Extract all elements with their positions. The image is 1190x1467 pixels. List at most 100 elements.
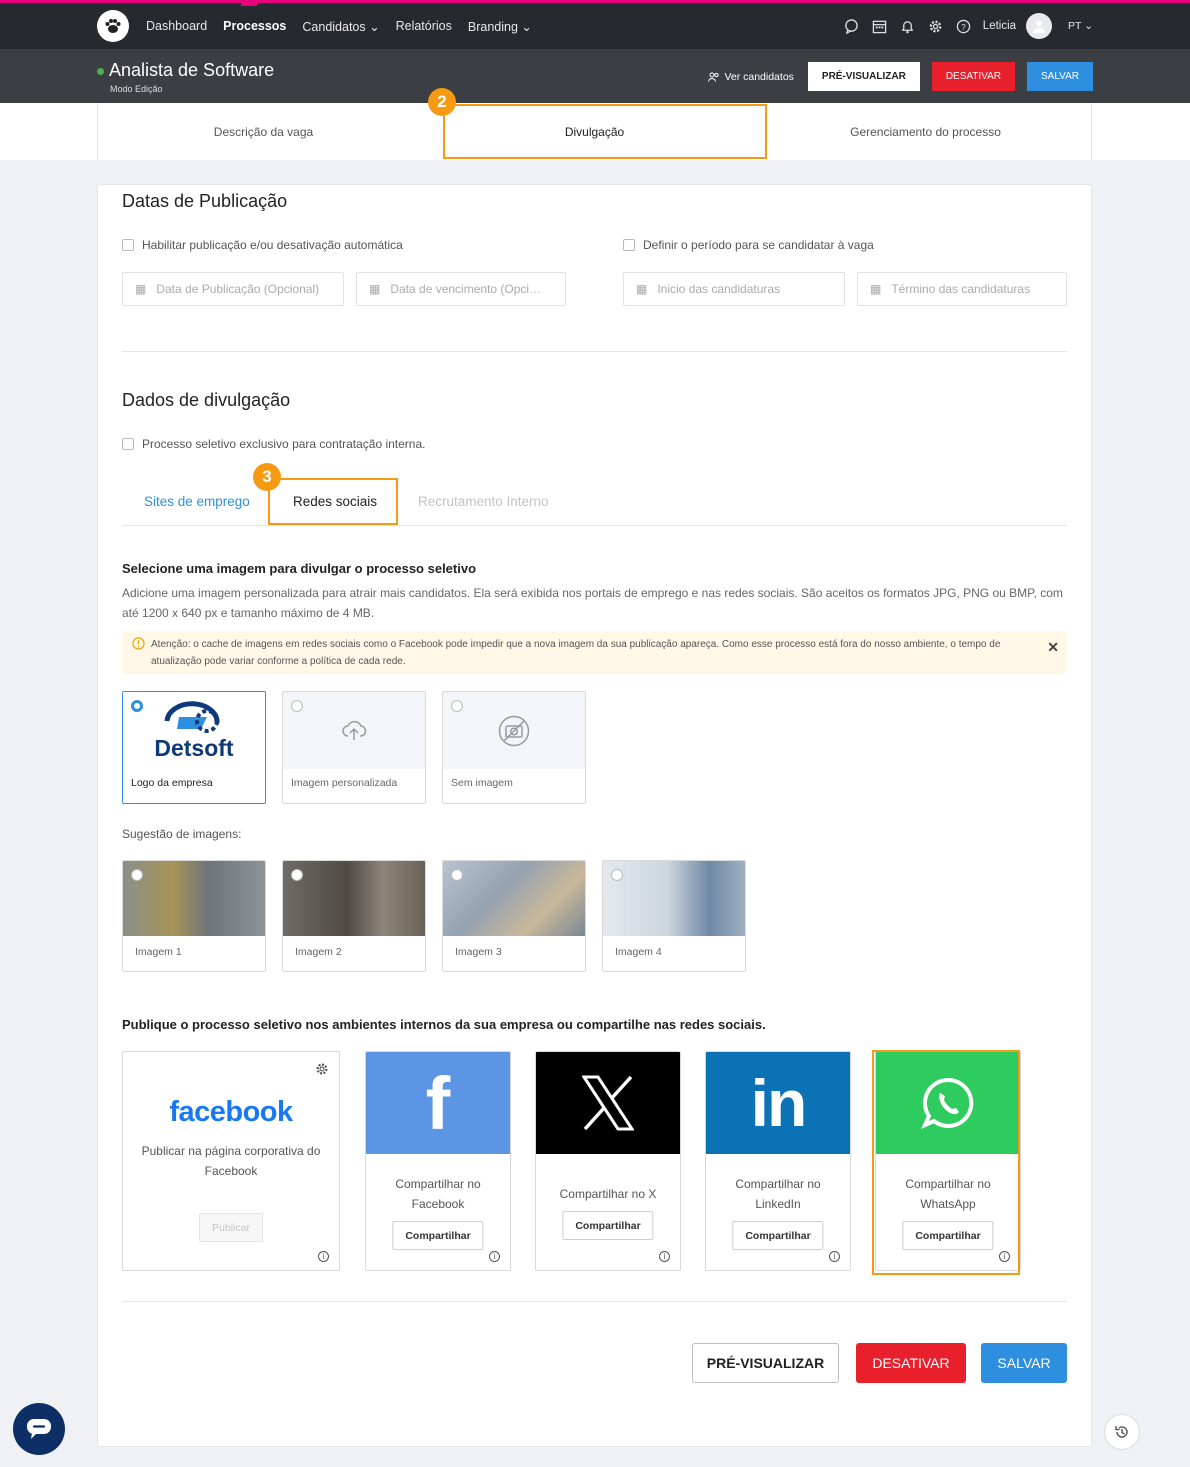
suggestion-image-3[interactable]: Imagem 3 [442, 860, 586, 972]
image-option-custom[interactable]: Imagem personalizada [282, 691, 426, 804]
suggestion-label: Imagem 4 [615, 946, 662, 958]
main-nav: Dashboard Processos Candidatos ⌄ Relatór… [146, 3, 548, 49]
x-tile [536, 1052, 680, 1154]
step-badge-3: 3 [253, 463, 281, 491]
photo-laptop-typing [443, 861, 585, 936]
facebook-page-desc: Publicar na página corporativa do Facebo… [141, 1144, 321, 1178]
language-select[interactable]: PT ⌄ [1068, 20, 1093, 32]
chat-icon[interactable] [843, 17, 861, 35]
auto-publish-checkbox[interactable]: Habilitar publicação e/ou desativação au… [122, 238, 403, 252]
radio-selected [131, 700, 143, 712]
suggestion-label: Imagem 1 [135, 946, 182, 958]
nav-branding[interactable]: Branding ⌄ [468, 19, 532, 34]
section-title-divulgacao: Dados de divulgação [122, 390, 291, 410]
option-label: Sem imagem [451, 777, 513, 789]
no-camera-icon [498, 715, 530, 746]
info-icon[interactable]: i [829, 1251, 840, 1262]
linkedin-share-card: in Compartilhar no LinkedIn Compartilhar… [705, 1051, 851, 1271]
paw-logo-icon[interactable] [97, 10, 129, 42]
photo-developer-monitors [603, 861, 745, 936]
cache-alert: Atenção: o cache de imagens em redes soc… [122, 631, 1067, 674]
auto-publish-label: Habilitar publicação e/ou desativação au… [142, 238, 403, 252]
share-x-button[interactable]: Compartilhar [562, 1211, 654, 1240]
facebook-page-card: facebook Publicar na página corporativa … [122, 1051, 340, 1271]
end-applications-placeholder: Término das candidaturas [891, 282, 1031, 296]
checkbox-box [122, 239, 134, 251]
expiry-date-input[interactable]: ▦ Data de vencimento (Opci… [356, 272, 566, 306]
close-icon[interactable]: ✕ [1047, 639, 1059, 656]
facebook-share-card: f Compartilhar no Facebook Compartilhar … [365, 1051, 511, 1271]
share-linkedin-button[interactable]: Compartilhar [732, 1221, 824, 1250]
internal-only-checkbox[interactable]: Processo seletivo exclusivo para contrat… [122, 437, 425, 451]
language-label: PT [1068, 20, 1082, 32]
nav-relatorios[interactable]: Relatórios [396, 19, 452, 33]
tab-gerenciamento[interactable]: Gerenciamento do processo [760, 103, 1091, 160]
publish-button[interactable]: Publicar [199, 1213, 263, 1242]
settings-gear-icon[interactable] [315, 1062, 329, 1081]
highlight-subtab-redes [268, 478, 398, 525]
period-label: Definir o período para se candidatar à v… [643, 238, 874, 252]
calendar-icon: ▦ [636, 282, 648, 296]
nav-dashboard[interactable]: Dashboard [146, 19, 207, 33]
suggestion-label: Imagem 3 [455, 946, 502, 958]
subtab-sites-emprego[interactable]: Sites de emprego [144, 494, 250, 509]
preview-button[interactable]: PRÉ-VISUALIZAR [807, 62, 920, 91]
deactivate-button[interactable]: DESATIVAR [931, 62, 1016, 91]
suggestion-image-1[interactable]: Imagem 1 [122, 860, 266, 972]
radio [131, 869, 143, 881]
image-option-logo[interactable]: Detsoft Logo da empresa [122, 691, 266, 804]
suggestion-image-4[interactable]: Imagem 4 [602, 860, 746, 972]
footer-deactivate-button[interactable]: DESATIVAR [856, 1343, 966, 1383]
radio [291, 700, 303, 712]
suggestion-image-2[interactable]: Imagem 2 [282, 860, 426, 972]
option-label: Imagem personalizada [291, 777, 398, 789]
history-button[interactable] [1104, 1414, 1140, 1450]
share-facebook-button[interactable]: Compartilhar [392, 1221, 484, 1250]
calendar-icon: ▦ [369, 282, 381, 296]
avatar[interactable] [1026, 13, 1053, 39]
highlight-tab-divulgacao [443, 104, 767, 159]
linkedin-tile: in [706, 1052, 850, 1154]
tab-descricao[interactable]: Descrição da vaga [98, 103, 429, 160]
subtab-recrutamento-interno[interactable]: Recrutamento Interno [418, 494, 549, 509]
user-name[interactable]: Leticia [983, 20, 1016, 32]
chat-widget-button[interactable] [13, 1403, 65, 1455]
logo-preview: Detsoft [123, 692, 265, 769]
help-icon[interactable]: ? [955, 17, 973, 35]
footer-save-button[interactable]: SALVAR [981, 1343, 1067, 1383]
nav-candidatos[interactable]: Candidatos ⌄ [302, 19, 379, 34]
footer-preview-button[interactable]: PRÉ-VISUALIZAR [692, 1343, 839, 1383]
end-applications-input[interactable]: ▦ Término das candidaturas [857, 272, 1067, 306]
publish-date-input[interactable]: ▦ Data de Publicação (Opcional) [122, 272, 344, 306]
history-icon [1115, 1426, 1128, 1438]
info-icon[interactable]: i [659, 1251, 670, 1262]
bell-icon[interactable] [899, 17, 917, 35]
expiry-date-placeholder: Data de vencimento (Opci… [390, 282, 542, 296]
top-navbar: Dashboard Processos Candidatos ⌄ Relatór… [0, 3, 1190, 49]
gear-icon[interactable] [927, 17, 945, 35]
calendar-icon[interactable] [871, 17, 889, 35]
page-title: Analista de Software [109, 60, 275, 80]
info-icon[interactable]: i [489, 1251, 500, 1262]
info-icon[interactable]: i [318, 1251, 329, 1262]
suggestion-label: Imagem 2 [295, 946, 342, 958]
view-candidates-link[interactable]: Ver candidatos [708, 71, 794, 83]
period-checkbox[interactable]: Definir o período para se candidatar à v… [623, 238, 874, 252]
internal-only-label: Processo seletivo exclusivo para contrat… [142, 437, 426, 451]
checkbox-box [623, 239, 635, 251]
nav-branding-label: Branding [467, 19, 518, 34]
start-applications-input[interactable]: ▦ Inicio das candidaturas [623, 272, 845, 306]
publish-date-placeholder: Data de Publicação (Opcional) [156, 282, 320, 296]
logo-text: Detsoft [154, 735, 234, 761]
nav-processos[interactable]: Processos [223, 19, 286, 33]
image-option-none[interactable]: Sem imagem [442, 691, 586, 804]
mode-label: Modo Edição [110, 84, 163, 94]
checkbox-box [122, 438, 134, 450]
cloud-upload-icon [342, 720, 367, 740]
upload-area [283, 692, 425, 769]
facebook-tile: f [366, 1052, 510, 1154]
users-icon [708, 72, 720, 82]
facebook-f-icon: f [425, 1061, 451, 1145]
save-button[interactable]: SALVAR [1027, 62, 1093, 91]
start-applications-placeholder: Inicio das candidaturas [657, 282, 781, 296]
